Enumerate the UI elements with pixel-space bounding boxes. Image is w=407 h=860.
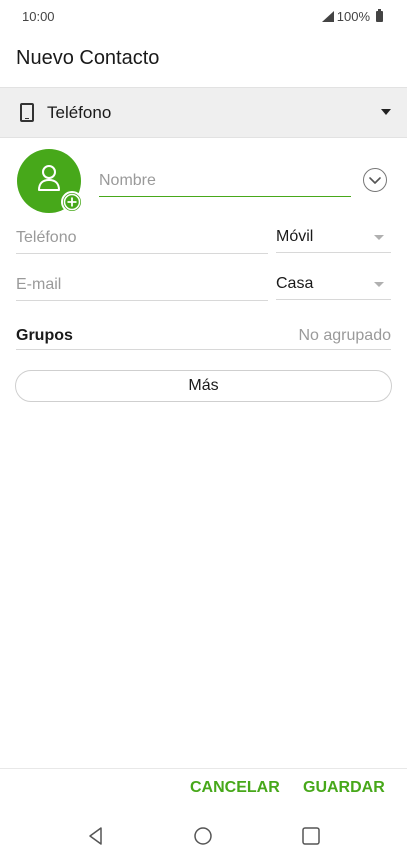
groups-value: No agrupado <box>298 327 391 344</box>
home-icon <box>194 827 212 845</box>
email-type-select[interactable]: Casa <box>276 270 391 300</box>
save-button[interactable]: GUARDAR <box>303 779 385 797</box>
caret-down-icon <box>374 235 384 240</box>
cancel-button[interactable]: CANCELAR <box>190 779 280 797</box>
account-selector[interactable]: Teléfono <box>0 87 407 138</box>
nav-back-button[interactable] <box>84 824 108 848</box>
groups-field[interactable]: Grupos No agrupado <box>16 322 391 350</box>
expand-name-button[interactable] <box>363 168 387 192</box>
battery-level: 100% <box>336 9 370 24</box>
phone-type-select[interactable]: Móvil <box>276 223 391 253</box>
chevron-down-icon <box>369 177 381 184</box>
action-bar: CANCELAR GUARDAR <box>0 768 407 813</box>
add-photo-button[interactable] <box>61 191 83 213</box>
status-bar: 10:00 100% <box>0 0 407 32</box>
phone-input[interactable] <box>16 223 268 254</box>
status-time: 10:00 <box>22 9 55 24</box>
phone-type-label: Móvil <box>276 228 314 245</box>
more-button[interactable]: Más <box>15 370 392 402</box>
recents-icon <box>302 827 320 845</box>
account-label: Teléfono <box>47 103 112 122</box>
status-indicators: 100% <box>321 9 383 24</box>
plus-icon <box>63 193 81 211</box>
back-icon <box>89 827 102 845</box>
email-input[interactable] <box>16 270 268 301</box>
email-type-label: Casa <box>276 275 314 292</box>
groups-label: Grupos <box>16 327 73 344</box>
person-icon <box>38 165 60 191</box>
battery-icon <box>376 9 383 22</box>
caret-down-icon <box>381 109 391 115</box>
signal-icon <box>321 11 334 22</box>
name-input[interactable] <box>99 166 351 197</box>
nav-recents-button[interactable] <box>299 824 323 848</box>
phone-icon <box>20 103 34 122</box>
page-title: Nuevo Contacto <box>16 47 160 69</box>
navigation-bar <box>0 812 407 860</box>
caret-down-icon <box>374 282 384 287</box>
nav-home-button[interactable] <box>191 824 215 848</box>
